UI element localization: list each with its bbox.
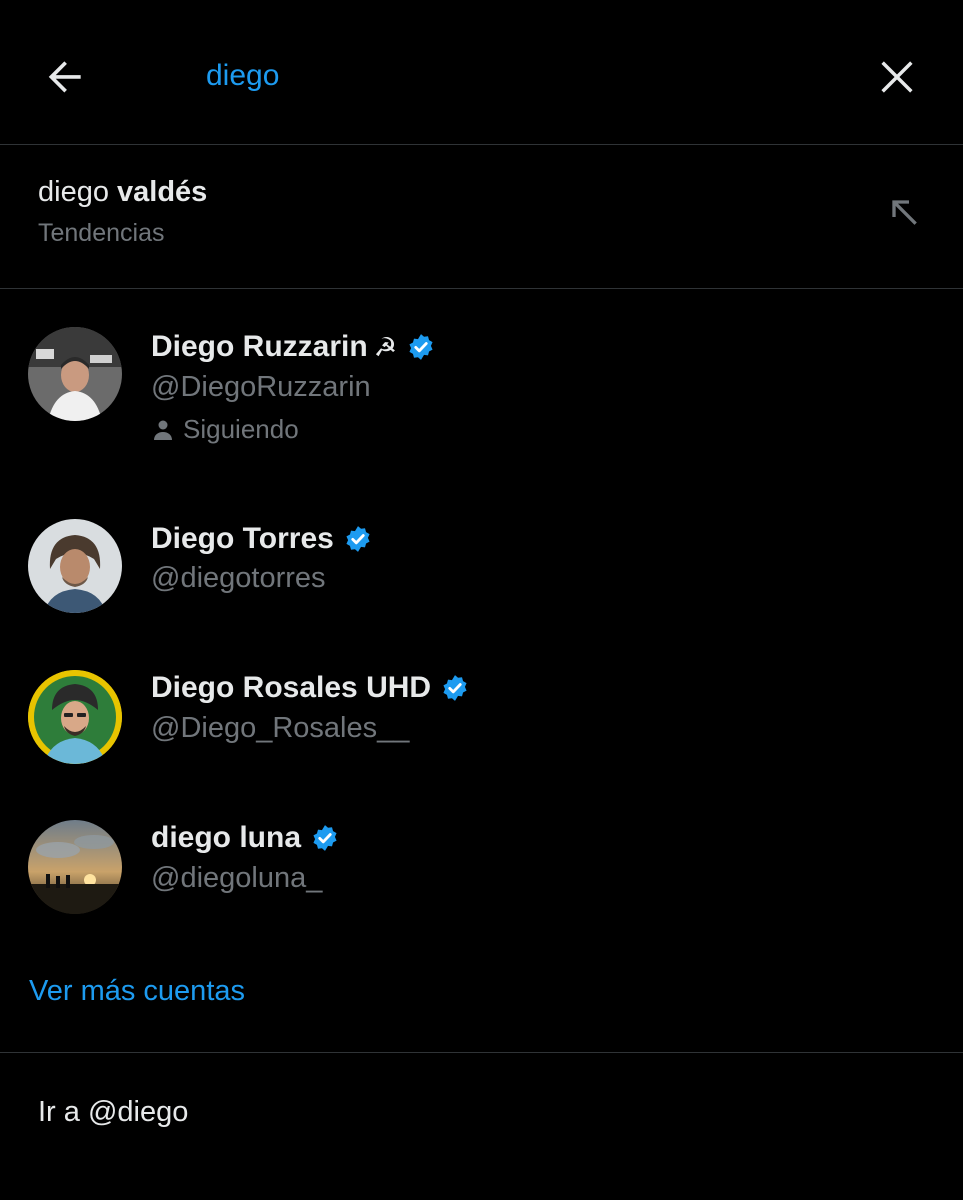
account-result-diego-torres[interactable]: Diego Torres @diegotorres: [0, 500, 963, 630]
search-header: [0, 0, 963, 145]
hammer-sickle-icon: ☭: [373, 331, 397, 362]
account-name: Diego Ruzzarin ☭: [151, 330, 435, 364]
account-name-text: diego luna: [151, 821, 301, 854]
avatar: [28, 327, 122, 421]
trend-query: diego valdés: [38, 176, 207, 209]
account-name: Diego Rosales UHD: [151, 671, 469, 705]
following-label: Siguiendo: [183, 414, 299, 444]
divider: [0, 1052, 963, 1053]
account-handle: @diegoluna_: [151, 862, 323, 894]
arrow-up-left-icon[interactable]: [884, 192, 924, 232]
trend-suggestion[interactable]: diego valdés Tendencias: [0, 146, 963, 289]
following-indicator: Siguiendo: [151, 414, 299, 445]
person-icon: [154, 420, 172, 440]
account-name-text: Diego Ruzzarin: [151, 330, 368, 363]
search-input[interactable]: [206, 54, 766, 98]
verified-badge-icon: [409, 334, 433, 360]
back-button[interactable]: [40, 50, 92, 102]
account-handle: @DiegoRuzzarin: [151, 371, 371, 403]
clear-search-button[interactable]: [870, 50, 924, 104]
verified-badge-icon: [443, 675, 467, 701]
account-handle: @Diego_Rosales__: [151, 712, 410, 744]
account-name-text: Diego Torres: [151, 522, 334, 555]
account-name-text: Diego Rosales UHD: [151, 671, 432, 704]
trend-query-plain: diego: [38, 176, 118, 208]
avatar: [28, 519, 122, 613]
account-result-diego-rosales[interactable]: Diego Rosales UHD @Diego_Rosales__: [0, 650, 963, 780]
see-more-accounts-link[interactable]: Ver más cuentas: [29, 975, 245, 1008]
search-typeahead-screen: diego valdés Tendencias Diego Ruzzarin ☭: [0, 0, 963, 1200]
go-to-profile-link[interactable]: Ir a @diego: [38, 1096, 188, 1129]
account-result-diego-luna[interactable]: diego luna @diegoluna_: [0, 800, 963, 930]
verified-badge-icon: [346, 526, 370, 552]
account-name: Diego Torres: [151, 522, 372, 556]
trend-subtitle: Tendencias: [38, 219, 165, 247]
trend-query-bold: valdés: [117, 176, 208, 208]
avatar: [28, 820, 122, 914]
verified-badge-icon: [313, 825, 337, 851]
account-handle: @diegotorres: [151, 562, 326, 594]
close-icon: [881, 61, 913, 93]
account-name: diego luna: [151, 821, 339, 855]
avatar: [28, 670, 122, 764]
arrow-left-icon: [48, 61, 81, 93]
account-result-diego-ruzzarin[interactable]: Diego Ruzzarin ☭ @DiegoRuzzarin Siguiend…: [0, 290, 963, 480]
